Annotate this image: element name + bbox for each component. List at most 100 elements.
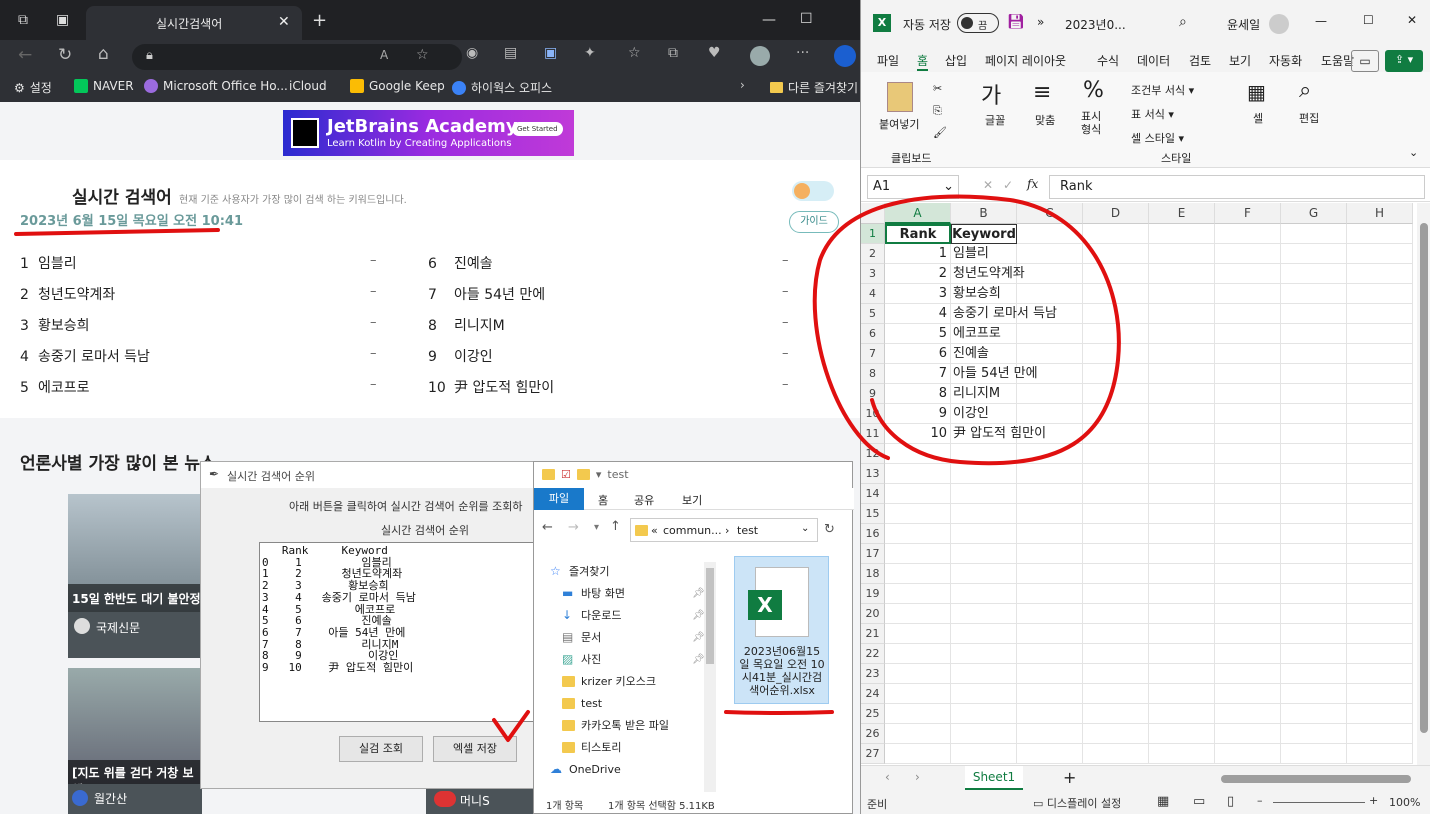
nav-scrollbar[interactable] [704,562,716,792]
grid-cell[interactable] [1017,544,1083,564]
doc-title[interactable]: 2023년0... [1065,16,1126,33]
nav-item[interactable]: ↓ 다운로드 📌︎ [534,604,714,626]
grid-cell[interactable] [1281,704,1347,724]
grid-cell[interactable] [951,524,1017,544]
grid-cell[interactable] [1281,624,1347,644]
row-header[interactable]: 25 [861,704,885,724]
keyword-item[interactable]: 1 임블리 [20,253,77,273]
grid-cell[interactable] [1083,464,1149,484]
grid-cell[interactable] [1215,424,1281,444]
news-card-3[interactable]: 머니S [426,786,536,814]
close-icon[interactable]: ✕ [1407,13,1417,27]
grid-cell[interactable] [1215,244,1281,264]
row-header[interactable]: 18 [861,564,885,584]
grid-cell[interactable] [1347,404,1413,424]
keyword-item[interactable]: 8 리니지M [428,315,505,335]
grid-cell[interactable] [1215,544,1281,564]
rank-cell[interactable]: 7 [885,364,951,384]
column-header[interactable]: C [1017,203,1083,224]
align-label[interactable]: 맞춤 [1035,112,1055,128]
grid-cell[interactable] [1017,384,1083,404]
grid-cell[interactable] [1149,664,1215,684]
grid-cell[interactable] [1281,564,1347,584]
row-header[interactable]: 13 [861,464,885,484]
ribbon-tab-share[interactable]: 공유 [634,492,654,508]
new-folder-icon[interactable] [576,469,590,480]
theme-toggle[interactable] [792,181,834,201]
grid-cell[interactable] [1149,264,1215,284]
grid-cell[interactable] [1149,224,1215,244]
grid-cell[interactable] [1347,624,1413,644]
grid-cell[interactable] [1215,384,1281,404]
percent-icon[interactable]: % [1083,78,1104,103]
search-button[interactable]: 실검 조회 [339,736,423,762]
grid-cell[interactable] [1149,464,1215,484]
grid-cell[interactable] [885,464,951,484]
nav-item[interactable]: 카카오톡 받은 파일 [534,714,714,736]
bookmark-naver[interactable]: NAVER [74,79,134,93]
grid-cell[interactable] [1083,304,1149,324]
extensions-icon[interactable]: ◉ [466,45,478,61]
recent-icon[interactable]: ▾ [594,522,599,533]
ribbon-tab[interactable]: 삽입 [945,52,967,69]
grid-cell[interactable] [1017,684,1083,704]
format-painter-icon[interactable]: 🖌︎ [933,126,947,139]
grid-cell[interactable] [1281,404,1347,424]
keyword-item[interactable]: 7 아들 54년 만에 [428,284,545,304]
row-header[interactable]: 5 [861,304,885,324]
grid-cell[interactable] [1347,344,1413,364]
news-card-1[interactable]: 15일 한반도 대기 불안정 국제신문 [68,494,202,658]
bookmark-office[interactable]: Microsoft Office Ho... [144,79,288,93]
zoom-slider[interactable] [1273,802,1365,803]
zoom-level[interactable]: 100% [1389,796,1420,809]
cut-icon[interactable]: ✂ [933,82,942,95]
grid-cell[interactable] [1347,464,1413,484]
grid-cell[interactable] [1083,264,1149,284]
grid-cell[interactable] [1017,344,1083,364]
grid-cell[interactable] [1281,744,1347,764]
grid-cell[interactable] [1149,404,1215,424]
grid-cell[interactable] [1215,224,1281,244]
tab-actions-icon[interactable]: ▣ [56,12,69,28]
ribbon-tab-home[interactable]: 홈 [598,492,608,508]
grid-cell[interactable] [951,504,1017,524]
vertical-scrollbar[interactable] [1417,203,1430,765]
grid-cell[interactable] [885,664,951,684]
nav-item[interactable]: krizer 키오스크 [534,670,714,692]
grid-cell[interactable] [1017,564,1083,584]
refresh-icon[interactable]: ↻ [824,522,835,537]
grid-cell[interactable] [1149,504,1215,524]
next-sheet-icon[interactable]: › [915,770,920,784]
zoom-out-icon[interactable]: – [1257,794,1263,807]
news-card-2[interactable]: [지도 위를 걷다 거창 보해 월간산 [68,668,202,814]
rank-cell[interactable]: 10 [885,424,951,444]
keyword-item[interactable]: 9 이강인 [428,346,493,366]
nav-item[interactable]: 티스토리 [534,736,714,758]
path-segment[interactable]: test [737,524,758,537]
add-sheet-icon[interactable]: + [1063,768,1076,787]
grid-cell[interactable] [1083,544,1149,564]
tab-realtime[interactable]: 실시간검색어 ✕ [86,6,302,40]
grid-cell[interactable] [1347,224,1413,244]
rank-cell[interactable]: 9 [885,404,951,424]
autosave-toggle[interactable]: 끔 [957,13,999,33]
bing-icon[interactable] [834,45,856,67]
grid-cell[interactable] [1017,644,1083,664]
grid-cell[interactable] [1347,504,1413,524]
page-break-icon[interactable]: ▯ [1227,794,1234,809]
grid-cell[interactable] [1347,644,1413,664]
fx-icon[interactable]: fx [1027,177,1038,191]
collapse-ribbon-icon[interactable]: ⌄ [1409,146,1418,159]
grid-cell[interactable] [1017,604,1083,624]
grid-cell[interactable] [1017,444,1083,464]
grid-cell[interactable] [885,524,951,544]
grid-cell[interactable] [1149,724,1215,744]
refresh-icon[interactable]: ↻ [58,45,72,65]
keyword-item[interactable]: 3 황보승희 [20,315,90,335]
row-header[interactable]: 2 [861,244,885,264]
grid-cell[interactable] [1281,544,1347,564]
grid-cell[interactable] [1149,644,1215,664]
keyword-cell[interactable]: 아들 54년 만에 [951,364,1038,384]
grid-cell[interactable] [951,604,1017,624]
excel-save-button[interactable]: 엑셀 저장 [433,736,517,762]
